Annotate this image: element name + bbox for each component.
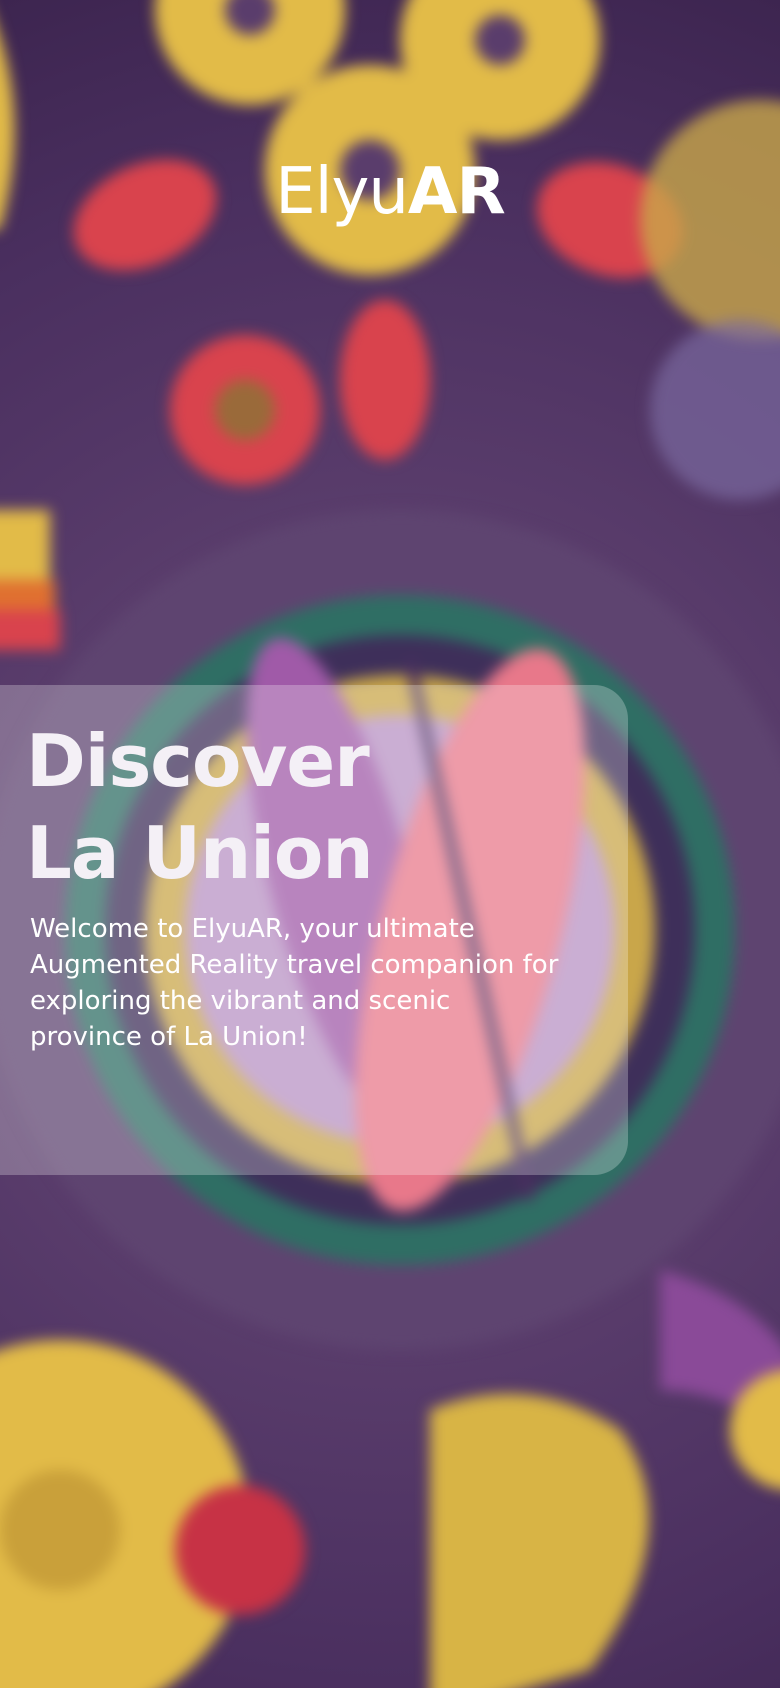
hero-description: Welcome to ElyuAR, your ultimate Augment… [30, 914, 559, 1052]
hero-heading-line1: Discover [26, 719, 370, 803]
hero-card: Discover La Union Welcome to ElyuAR, you… [0, 685, 628, 1175]
hero-heading: Discover La Union [26, 715, 602, 899]
welcome-screen: ElyuAR Discover La Union Welcome to Elyu… [0, 0, 780, 1688]
app-title-bold: AR [407, 155, 506, 229]
hero-heading-line2: La Union [26, 811, 374, 895]
app-logo-title: ElyuAR [0, 160, 780, 224]
app-title-light: Elyu [275, 155, 409, 229]
